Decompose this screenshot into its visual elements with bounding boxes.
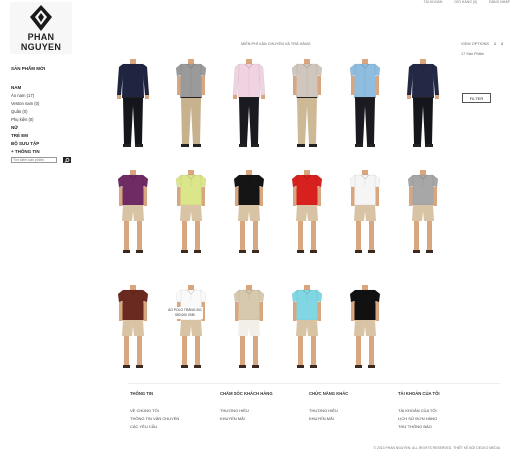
product-card[interactable] <box>342 166 388 262</box>
product-card[interactable] <box>110 281 156 377</box>
product-image <box>117 285 149 368</box>
tooltip-product-price: 550.000 VNĐ <box>175 313 195 317</box>
product-card[interactable] <box>226 281 272 377</box>
search-input[interactable] <box>11 157 57 163</box>
sidebar-item-shirts[interactable]: Áo nam (17) <box>11 93 71 98</box>
search-icon <box>64 157 70 163</box>
sidebar-new-products[interactable]: SẢN PHẨM MỚI <box>11 66 71 71</box>
product-card[interactable] <box>342 281 388 377</box>
product-image <box>233 285 265 368</box>
footer-link[interactable]: THƯƠNG HIỆU <box>309 408 348 413</box>
product-card[interactable] <box>110 55 156 151</box>
sidebar-item-accessories[interactable]: Phụ kiện (0) <box>11 117 71 122</box>
footer-heading: THÔNG TIN <box>130 391 154 396</box>
product-hover-tooltip: ÁO POLO TRẮNG 001 550.000 VNĐ <box>167 307 203 319</box>
footer-link[interactable]: THÔNG TIN VẬN CHUYỂN <box>130 416 179 421</box>
footer-heading: CHĂM SÓC KHÁCH HÀNG <box>220 391 273 396</box>
sidebar-category-nu[interactable]: NỮ <box>11 125 71 130</box>
product-card[interactable] <box>168 166 214 262</box>
sidebar-item-pants[interactable]: Quần (0) <box>11 109 71 114</box>
filter-button[interactable]: FILTER <box>462 93 491 103</box>
brand-logo[interactable]: PHAN NGUYEN <box>10 2 72 54</box>
sidebar-category-nam[interactable]: NAM <box>11 85 71 90</box>
product-image <box>407 170 439 253</box>
category-sidebar: SẢN PHẨM MỚI NAM Áo nam (17) Veston nam … <box>11 66 71 163</box>
sidebar-category-kids[interactable]: TRẺ EM <box>11 133 71 138</box>
footer-link[interactable]: KHUYẾN MÃI <box>309 416 348 421</box>
logo-emblem-icon <box>30 5 52 31</box>
product-card[interactable] <box>284 55 330 151</box>
copyright-text: © 2013 PHAN NGUYEN. ALL RIGHTS RESERVED.… <box>373 446 500 450</box>
product-image <box>175 59 207 147</box>
footer-link[interactable]: TÀI KHOẢN CỦA TÔI <box>398 408 439 413</box>
footer-heading: TÀI KHOẢN CỦA TÔI <box>398 391 440 396</box>
footer-col-other: CHỨC NĂNG KHÁC THƯƠNG HIỆU KHUYẾN MÃI <box>309 391 348 424</box>
product-image <box>349 285 381 368</box>
sidebar-item-veston[interactable]: Veston nam (0) <box>11 101 71 106</box>
product-card[interactable] <box>284 281 330 377</box>
footer-link[interactable]: THƯƠNG HIỆU <box>220 408 273 413</box>
product-card[interactable] <box>400 166 446 262</box>
account-link[interactable]: TÀI KHOẢN <box>424 0 443 6</box>
product-card[interactable] <box>168 281 214 377</box>
footer-col-info: THÔNG TIN VỀ CHÚNG TÔI THÔNG TIN VẬN CHU… <box>130 391 179 432</box>
footer-link[interactable]: THƯ THÔNG BÁO <box>398 424 439 429</box>
search-button[interactable] <box>63 157 71 163</box>
product-count: 17 Sản Phẩm <box>461 52 485 56</box>
product-image <box>117 170 149 253</box>
footer-link[interactable]: CÁC YÊU CẦU <box>130 424 179 429</box>
site-footer: THÔNG TIN VỀ CHÚNG TÔI THÔNG TIN VẬN CHU… <box>128 383 500 429</box>
product-card[interactable] <box>284 166 330 262</box>
product-card[interactable] <box>226 166 272 262</box>
product-card[interactable] <box>226 55 272 151</box>
view-option-1[interactable]: 1 <box>494 42 496 46</box>
login-link[interactable]: ĐĂNG NHẬP <box>489 0 510 6</box>
product-card[interactable] <box>400 55 446 151</box>
footer-link[interactable]: LỊCH SỬ ĐƠN HÀNG <box>398 416 439 421</box>
sidebar-info[interactable]: + THÔNG TIN <box>11 149 71 154</box>
product-image <box>291 59 323 147</box>
product-image <box>232 59 266 147</box>
product-image <box>175 285 207 368</box>
product-image <box>406 59 440 147</box>
product-image <box>116 59 150 147</box>
view-option-2[interactable]: 2 <box>501 42 503 46</box>
product-image <box>291 170 323 253</box>
product-card[interactable] <box>110 166 156 262</box>
product-image <box>349 59 381 147</box>
view-options-label: VIEW OPTIONS <box>461 42 489 46</box>
footer-col-account: TÀI KHOẢN CỦA TÔI TÀI KHOẢN CỦA TÔI LỊCH… <box>398 391 439 432</box>
footer-col-customer-care: CHĂM SÓC KHÁCH HÀNG THƯƠNG HIỆU KHUYẾN M… <box>220 391 273 424</box>
cart-link[interactable]: GIỎ HÀNG (0) <box>454 0 477 6</box>
top-utility-bar: TÀI KHOẢN GIỎ HÀNG (0) ĐĂNG NHẬP <box>424 0 510 6</box>
brand-name: PHAN NGUYEN <box>20 32 62 52</box>
product-image <box>175 170 207 253</box>
footer-link[interactable]: KHUYẾN MÃI <box>220 416 273 421</box>
footer-heading: CHỨC NĂNG KHÁC <box>309 391 349 396</box>
product-image <box>349 170 381 253</box>
product-image <box>291 285 323 368</box>
product-card[interactable] <box>168 55 214 151</box>
sidebar-search <box>11 157 71 163</box>
footer-link[interactable]: VỀ CHÚNG TÔI <box>130 408 179 413</box>
product-image <box>233 170 265 253</box>
view-options: VIEW OPTIONS 1 2 <box>461 42 503 46</box>
sidebar-collection[interactable]: BỘ SƯU TẬP <box>11 141 71 146</box>
free-shipping-banner: MIỄN PHÍ VẬN CHUYỂN VÀ TRẢ HÀNG <box>241 42 311 46</box>
product-card[interactable] <box>342 55 388 151</box>
